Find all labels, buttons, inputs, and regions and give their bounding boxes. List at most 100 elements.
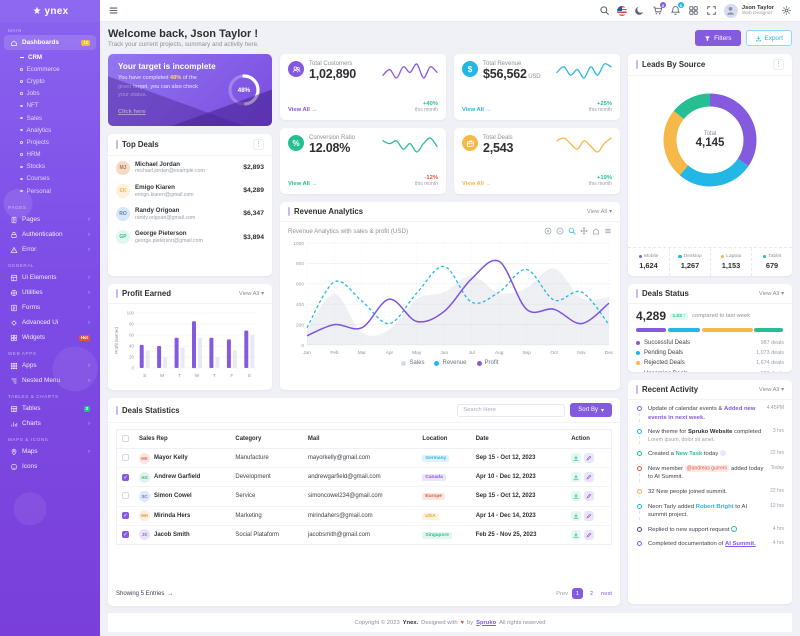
export-button[interactable]: Export	[745, 30, 792, 46]
sidebar-subitem-analytics[interactable]: Analytics	[0, 124, 100, 136]
pagination-page-1[interactable]: 1	[572, 588, 584, 599]
download-action-button[interactable]	[571, 491, 582, 502]
sidebar-item-pages[interactable]: Pages ›	[4, 212, 96, 227]
language-flag-icon[interactable]	[616, 5, 627, 16]
revenue-view-all[interactable]: View All ▾	[587, 209, 612, 215]
chart-menu-icon[interactable]	[604, 227, 612, 235]
hamburger-menu-icon[interactable]	[108, 5, 119, 16]
edit-action-button[interactable]	[584, 510, 595, 521]
sidebar-subitem-personal[interactable]: Personal	[0, 185, 100, 197]
stat-view-all-link[interactable]: View All →	[288, 181, 317, 187]
download-action-button[interactable]	[571, 510, 582, 521]
edit-action-button[interactable]	[584, 529, 595, 540]
sidebar-subitem-sales[interactable]: Sales	[0, 112, 100, 124]
activity-view-all[interactable]: View All ▾	[759, 387, 784, 393]
target-percent-text: 48%	[170, 75, 182, 82]
brand-logo[interactable]: ynex	[0, 0, 100, 22]
reset-home-icon[interactable]	[592, 227, 600, 235]
sidebar-subitem-nft[interactable]: NFT	[0, 100, 100, 112]
sidebar-item-icons[interactable]: Icons	[4, 459, 96, 474]
sidebar-subitem-jobs[interactable]: Jobs	[0, 88, 100, 100]
table-search-input[interactable]	[457, 403, 566, 417]
bullet-icon	[20, 56, 24, 58]
sidebar-subitem-projects[interactable]: Projects	[0, 136, 100, 148]
sidebar-item-forms[interactable]: Forms ›	[4, 300, 96, 315]
row-checkbox[interactable]	[122, 453, 129, 461]
top-deal-row[interactable]: EK Emigo Kiaren emigo.kiaren@gmail.com $4,2…	[108, 179, 272, 202]
select-all-checkbox[interactable]	[122, 434, 129, 442]
fullscreen-icon[interactable]	[706, 5, 717, 16]
settings-gear-icon[interactable]	[781, 5, 792, 16]
download-action-button[interactable]	[571, 453, 582, 464]
sidebar-subitem-courses[interactable]: Courses	[0, 173, 100, 185]
sidebar-item-utilities[interactable]: Utilities ›	[4, 285, 96, 300]
spruko-link[interactable]: Spruko	[476, 620, 496, 626]
zoom-in-icon[interactable]	[544, 227, 552, 235]
download-action-button[interactable]	[571, 529, 582, 540]
sidebar-item-dashboards[interactable]: Dashboards 12	[4, 35, 96, 50]
edit-action-button[interactable]	[584, 491, 595, 502]
zoom-out-icon[interactable]	[556, 227, 564, 235]
stat-value: 12.08%	[309, 141, 351, 155]
target-click-here-link[interactable]: Click here	[118, 109, 146, 115]
sidebar-item-label: Utilities	[22, 289, 43, 297]
revenue-subtitle: Revenue Analytics with sales & profit (U…	[288, 227, 409, 235]
stat-view-all-link[interactable]: View All →	[288, 107, 317, 113]
edit-action-button[interactable]	[584, 472, 595, 483]
top-deal-row[interactable]: RO Randy Origoan randy.origoan@gmail.com $6…	[108, 202, 272, 225]
sidebar-item-ui-elements[interactable]: Ui Elements ›	[4, 270, 96, 285]
top-deal-row[interactable]: MJ Michael Jordan michael.jordan@example.c…	[108, 156, 272, 179]
sidebar-subitem-ecommerce[interactable]: Ecommerce	[0, 63, 100, 75]
pagination-prev[interactable]: Prev	[556, 591, 568, 597]
sidebar-item-nested-menu[interactable]: Nested Menu ›	[4, 373, 96, 388]
bullet-icon	[20, 104, 23, 108]
stat-view-all-link[interactable]: View All →	[462, 181, 491, 187]
sidebar-item-advanced-ui[interactable]: Advanced Ui ›	[4, 315, 96, 330]
sidebar-item-tables[interactable]: Tables 3	[4, 401, 96, 416]
search-icon[interactable]	[599, 5, 610, 16]
sidebar-item-charts[interactable]: Charts ›	[4, 416, 96, 431]
pagination-next[interactable]: next	[601, 591, 612, 597]
top-deals-card: Top Deals ⋮ MJ Michael Jordan michael.jord…	[108, 134, 272, 276]
row-checkbox[interactable]: ✓	[122, 512, 129, 520]
pagination-page-2[interactable]: 2	[586, 588, 597, 599]
top-deals-title: Top Deals	[116, 140, 253, 149]
dark-mode-icon[interactable]	[634, 5, 645, 16]
selection-zoom-icon[interactable]	[568, 227, 576, 235]
sort-by-button[interactable]: Sort By ▾	[570, 403, 612, 417]
sidebar-subitem-crypto[interactable]: Crypto	[0, 75, 100, 87]
deals-status-row: Successful Deals 987 deals	[636, 338, 784, 348]
sidebar-item-error[interactable]: Error ›	[4, 242, 96, 257]
svg-text:Dec: Dec	[605, 350, 614, 356]
notifications-icon[interactable]: 6	[670, 2, 684, 16]
row-checkbox[interactable]: ✓	[122, 531, 129, 539]
edit-action-button[interactable]	[584, 453, 595, 464]
leads-source-label: Desktop	[683, 254, 702, 259]
sidebar-subitem-hrm[interactable]: HRM	[0, 149, 100, 161]
sidebar-item-authentication[interactable]: Authentication ›	[4, 227, 96, 242]
welcome-row: Welcome back, Json Taylor ! Track your c…	[108, 28, 792, 48]
user-menu[interactable]: Json Taylor Web Designer	[723, 3, 774, 18]
sidebar-item-widgets[interactable]: Widgets Hot	[4, 330, 96, 345]
cell-date: Apr 10 - Dec 12, 2023	[470, 467, 567, 488]
sidebar-nav: MAIN Dashboards 12 CRM Ecommerce Crypto Jobs NF…	[0, 22, 100, 474]
pan-icon[interactable]	[580, 227, 588, 235]
profit-view-all[interactable]: View All ▾	[239, 291, 264, 297]
sidebar-subitem-crm[interactable]: CRM	[0, 51, 100, 63]
stat-view-all-link[interactable]: View All →	[462, 107, 491, 113]
cart-icon[interactable]: 5	[652, 2, 666, 16]
download-action-button[interactable]	[571, 472, 582, 483]
deals-status-view-all[interactable]: View All ▾	[759, 291, 784, 297]
customers-icon	[288, 61, 304, 77]
activity-dot	[636, 526, 642, 532]
row-checkbox[interactable]	[122, 491, 129, 499]
leads-menu-icon[interactable]: ⋮	[773, 59, 784, 70]
row-checkbox[interactable]: ✓	[122, 473, 129, 481]
sidebar-subitem-stocks[interactable]: Stocks	[0, 161, 100, 173]
filters-button[interactable]: Filters	[695, 30, 741, 46]
top-deals-menu-icon[interactable]: ⋮	[253, 139, 264, 150]
apps-grid-icon[interactable]	[688, 5, 699, 16]
sidebar-item-maps[interactable]: Maps ›	[4, 444, 96, 459]
sidebar-item-apps[interactable]: Apps ›	[4, 358, 96, 373]
top-deal-row[interactable]: GP George Pieterson george.pieterson@gmail…	[108, 226, 272, 249]
